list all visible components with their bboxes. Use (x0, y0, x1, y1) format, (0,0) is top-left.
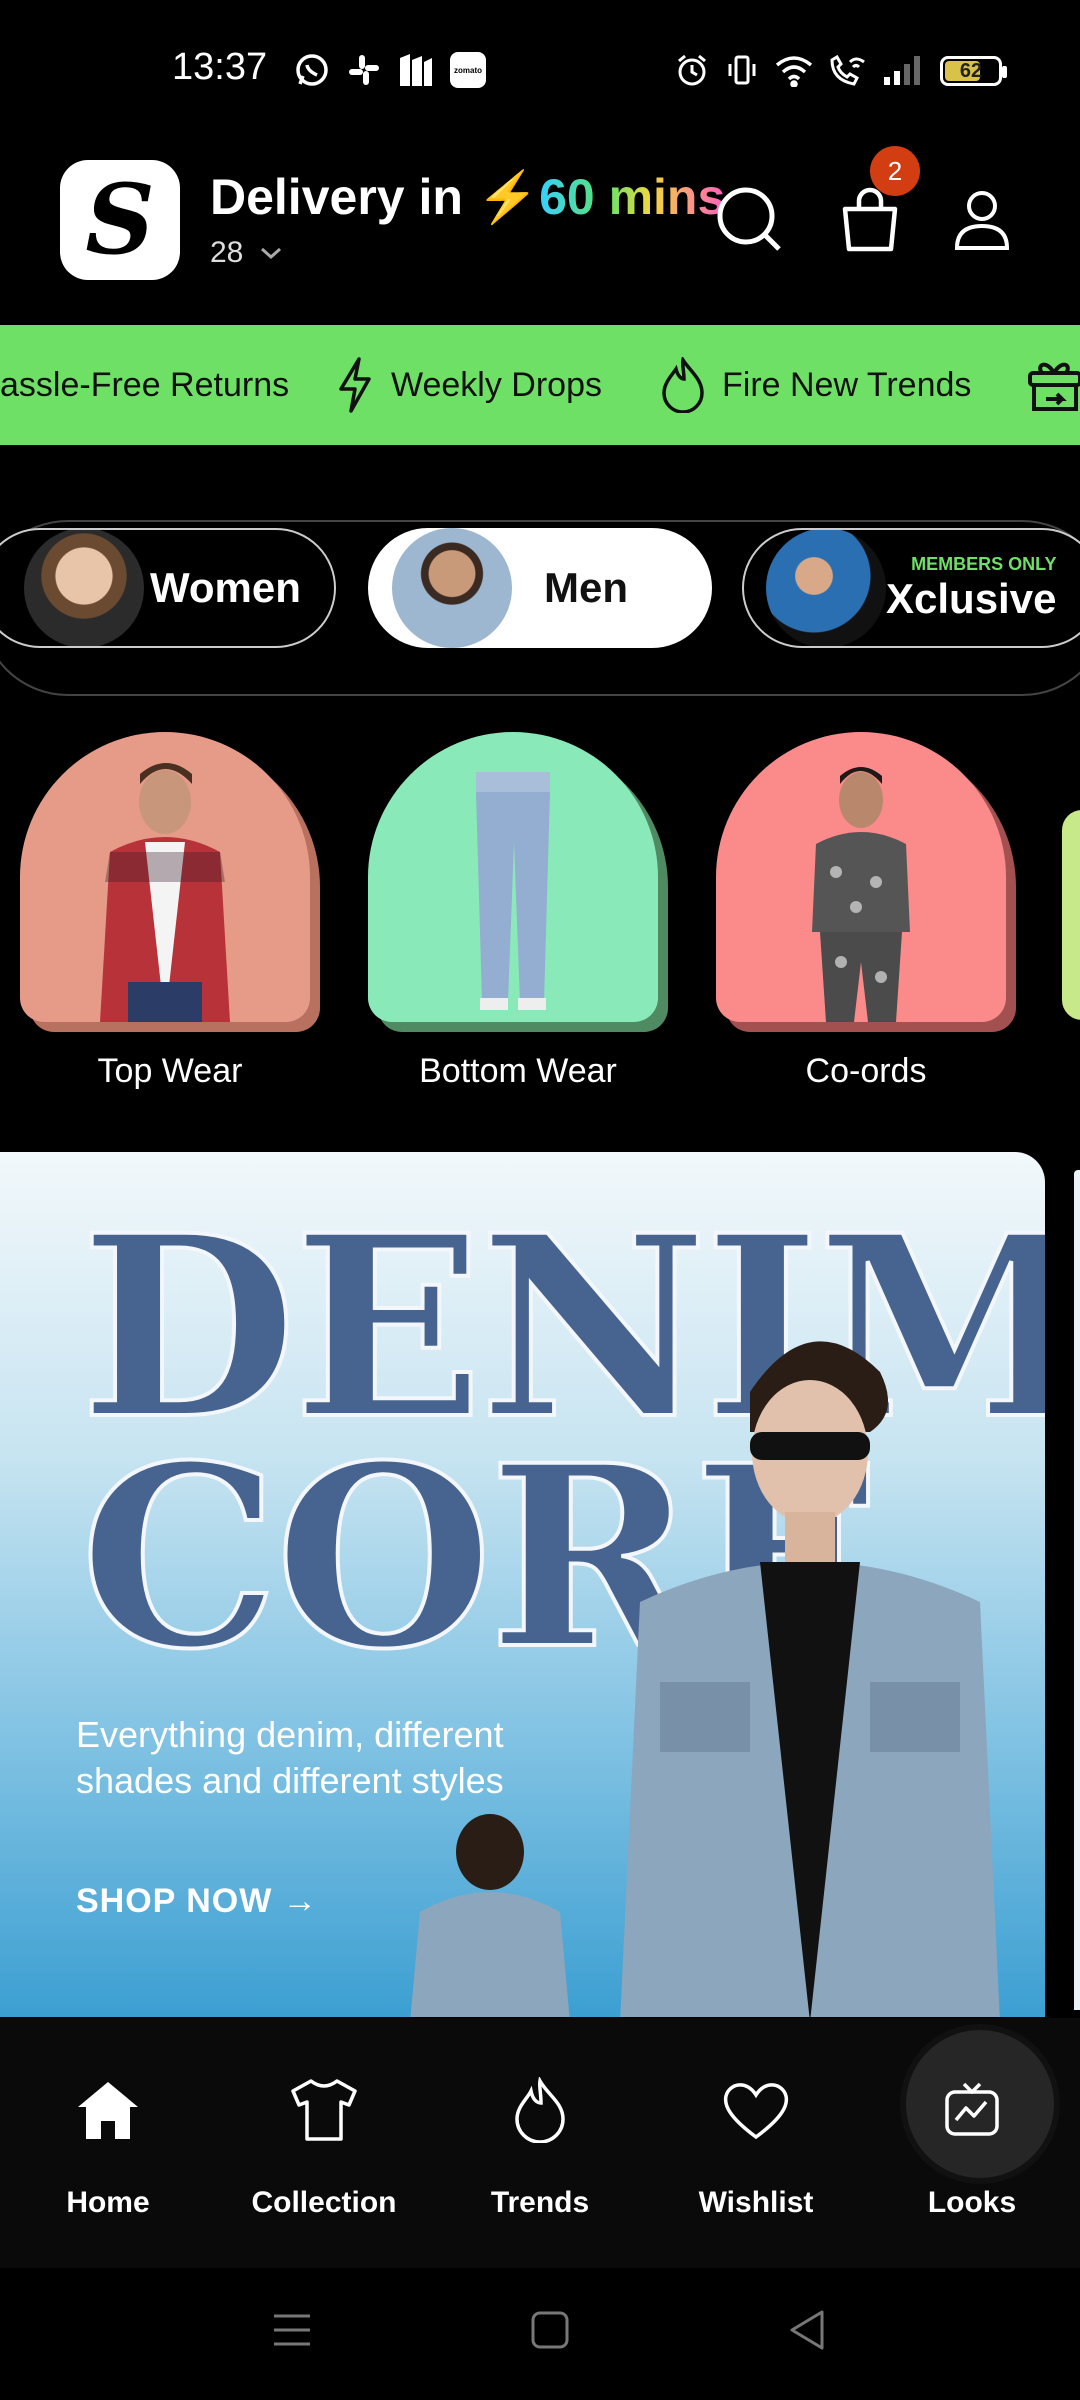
members-only-tag: MEMBERS ONLY (911, 553, 1057, 574)
shop-now-link[interactable]: SHOP NOW → (76, 1882, 318, 1921)
logo-letter: S (85, 163, 155, 276)
banner-copy: Everything denim, different shades and d… (76, 1714, 504, 1801)
nav-looks[interactable]: Looks (872, 2070, 1072, 2220)
nav-trends-label: Trends (490, 2186, 590, 2219)
status-time: 13:37 (172, 46, 268, 88)
nav-home-label: Home (66, 2186, 150, 2219)
model-back-image (410, 1814, 570, 2017)
nav-looks-label: Looks (927, 2186, 1017, 2219)
tab-men-label: Men (544, 564, 628, 611)
search-button[interactable] (710, 180, 790, 260)
category-next-peek[interactable] (1062, 810, 1080, 1020)
vibrate-icon (722, 50, 762, 90)
delivery-time: 60 mins (539, 169, 726, 225)
nav-wishlist-label: Wishlist (698, 2186, 814, 2219)
nav-collection[interactable]: Collection (224, 2070, 424, 2220)
home-icon (68, 2070, 148, 2150)
zomato-icon: zomato (448, 50, 488, 90)
status-bar: 13:37 zomato 62 (0, 0, 1080, 140)
tab-men[interactable]: Men (368, 528, 712, 648)
top-wear-image (20, 732, 310, 1022)
signal-icon (880, 50, 924, 90)
category-label: Bottom Wear (419, 1052, 617, 1090)
address-selector[interactable]: 28 (210, 236, 283, 270)
nav-trends[interactable]: Trends (440, 2070, 640, 2220)
battery-icon: 62 (940, 56, 1007, 86)
tv-trend-icon (932, 2070, 1012, 2150)
battery-level: 62 (959, 60, 983, 82)
flame-icon (662, 357, 704, 413)
alarm-icon (672, 50, 712, 90)
men-avatar (392, 528, 512, 648)
whatsapp-icon (292, 50, 332, 90)
denim-core-banner[interactable]: DENIM CORE Everything denim, different s… (0, 1152, 1045, 2017)
model-image (620, 1341, 1000, 2017)
features-marquee: assle-Free Returns Weekly Drops Fire New… (0, 325, 1080, 445)
gift-icon (1028, 362, 1080, 411)
tshirt-icon (284, 2070, 364, 2150)
profile-icon (954, 191, 1010, 250)
marquee-item: assle-Free Returns (0, 365, 290, 404)
cart-count-badge: 2 (870, 146, 920, 196)
bottom-wear-image (368, 732, 658, 1022)
marquee-item: Fire New Trends (660, 325, 971, 445)
heart-icon (716, 2070, 796, 2150)
wifi-icon (772, 50, 816, 90)
tab-xclusive-label: Xclusive (886, 574, 1057, 622)
nav-collection-label: Collection (251, 2186, 397, 2219)
next-banner-peek (1074, 1170, 1080, 2010)
nav-wishlist[interactable]: Wishlist (656, 2070, 856, 2220)
category-label: Co-ords (805, 1052, 927, 1090)
nav-home[interactable]: Home (8, 2070, 208, 2220)
system-nav-bar (0, 2268, 1080, 2400)
wifi-call-icon (826, 50, 870, 90)
address-text: 28 (210, 236, 244, 269)
category-label: Top Wear (97, 1052, 243, 1090)
flame-icon (500, 2070, 580, 2150)
marquee-item: Weekly Drops (335, 325, 602, 445)
marquee-item (1024, 325, 1080, 445)
search-icon (717, 187, 781, 251)
app-m-icon (396, 50, 436, 90)
xclusive-avatar (766, 530, 886, 646)
tab-women[interactable]: Women (0, 528, 336, 648)
women-avatar (24, 530, 144, 646)
tab-xclusive[interactable]: MEMBERS ONLY Xclusive (742, 528, 1080, 648)
app-logo[interactable]: S (60, 160, 180, 280)
delivery-title: Delivery in ⚡60 mins (210, 168, 725, 227)
tab-women-label: Women (150, 564, 301, 611)
profile-button[interactable] (942, 180, 1022, 260)
co-ords-image (716, 732, 1006, 1022)
home-square-icon[interactable] (530, 2310, 570, 2350)
menu-icon[interactable] (272, 2310, 312, 2350)
category-bottom-wear[interactable] (368, 732, 668, 1032)
category-co-ords[interactable] (716, 732, 1016, 1032)
back-icon[interactable] (786, 2308, 826, 2352)
bolt-icon (339, 357, 371, 413)
category-top-wear[interactable] (20, 732, 320, 1032)
bolt-icon: ⚡ (476, 169, 540, 225)
chevron-down-icon (261, 247, 282, 260)
slack-icon (344, 50, 384, 90)
delivery-prefix: Delivery in (210, 169, 463, 225)
